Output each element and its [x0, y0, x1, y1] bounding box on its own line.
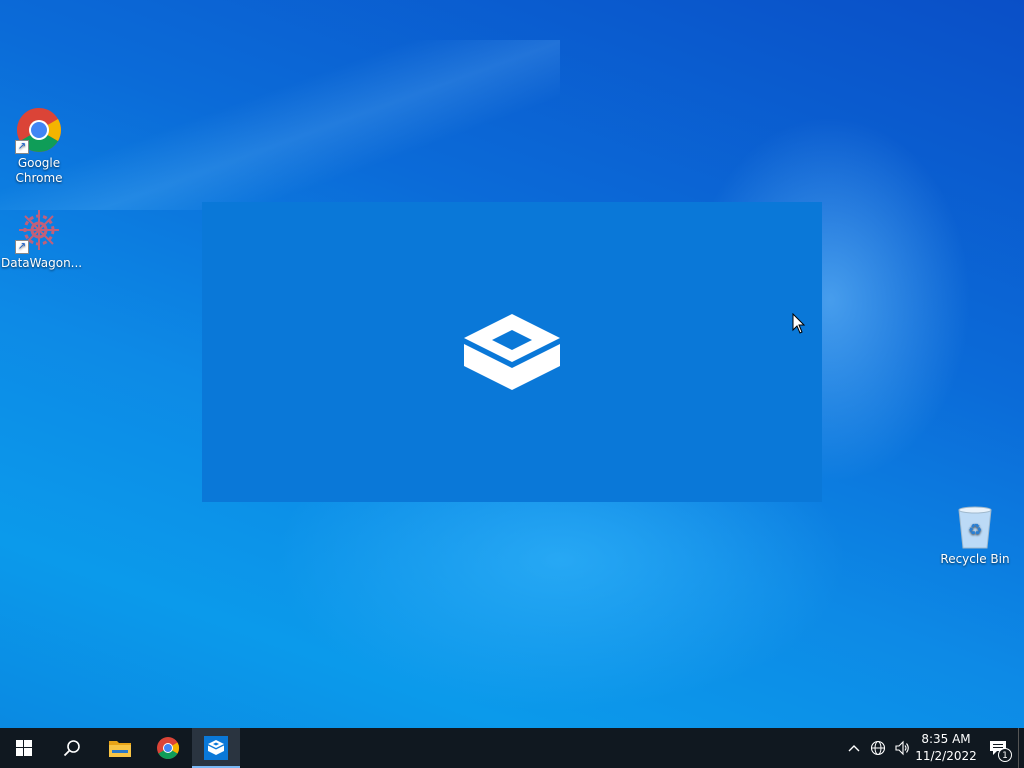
- taskbar-file-explorer[interactable]: [96, 728, 144, 768]
- search-icon: [63, 740, 80, 757]
- desktop-icon-label: Google Chrome: [15, 156, 63, 185]
- desktop-icon-datawagon[interactable]: ↗ DataWagon...: [1, 206, 83, 271]
- start-button[interactable]: [0, 728, 48, 768]
- desktop-icon-label: Recycle Bin: [940, 552, 1010, 566]
- clock-time: 8:35 AM: [921, 732, 971, 746]
- mouse-cursor-icon: [792, 313, 806, 334]
- windows-logo-icon: [16, 740, 32, 756]
- svg-text:♻: ♻: [968, 520, 982, 539]
- chrome-icon: [157, 737, 179, 759]
- clock-button[interactable]: 8:35 AM 11/2/2022: [914, 728, 978, 768]
- taskbar-google-chrome[interactable]: [144, 728, 192, 768]
- wallpaper-light-beam: [0, 40, 560, 210]
- datawagon-icon: ↗: [15, 206, 63, 254]
- shortcut-arrow-icon: ↗: [15, 240, 29, 254]
- search-button[interactable]: [48, 728, 96, 768]
- desktop-icon-recycle-bin[interactable]: ♻ Recycle Bin: [937, 502, 1013, 567]
- desktop-icon-google-chrome[interactable]: ↗ Google Chrome: [1, 106, 77, 186]
- sandbox-splash-window: [202, 202, 822, 502]
- clock-date: 11/2/2022: [915, 749, 977, 763]
- network-button[interactable]: [866, 728, 890, 768]
- show-desktop-button[interactable]: [1018, 728, 1024, 768]
- taskbar-windows-sandbox[interactable]: [192, 728, 240, 768]
- sandbox-box-icon: [464, 314, 560, 390]
- taskbar: 8:35 AM 11/2/2022 1: [0, 728, 1024, 768]
- globe-network-icon: [870, 740, 886, 756]
- folder-icon: [109, 741, 131, 757]
- recycle-bin-icon: ♻: [951, 502, 999, 550]
- show-hidden-icons-button[interactable]: [842, 728, 866, 768]
- shortcut-arrow-icon: ↗: [15, 140, 29, 154]
- notification-count-badge: 1: [998, 748, 1012, 762]
- volume-button[interactable]: [890, 728, 914, 768]
- speaker-icon: [895, 740, 909, 756]
- action-center-button[interactable]: 1: [978, 728, 1018, 768]
- system-tray: 8:35 AM 11/2/2022 1: [842, 728, 1024, 768]
- sandbox-box-icon: [204, 736, 228, 760]
- desktop-icon-label: DataWagon...: [1, 256, 83, 270]
- chrome-icon: ↗: [15, 106, 63, 154]
- chevron-up-icon: [848, 745, 860, 752]
